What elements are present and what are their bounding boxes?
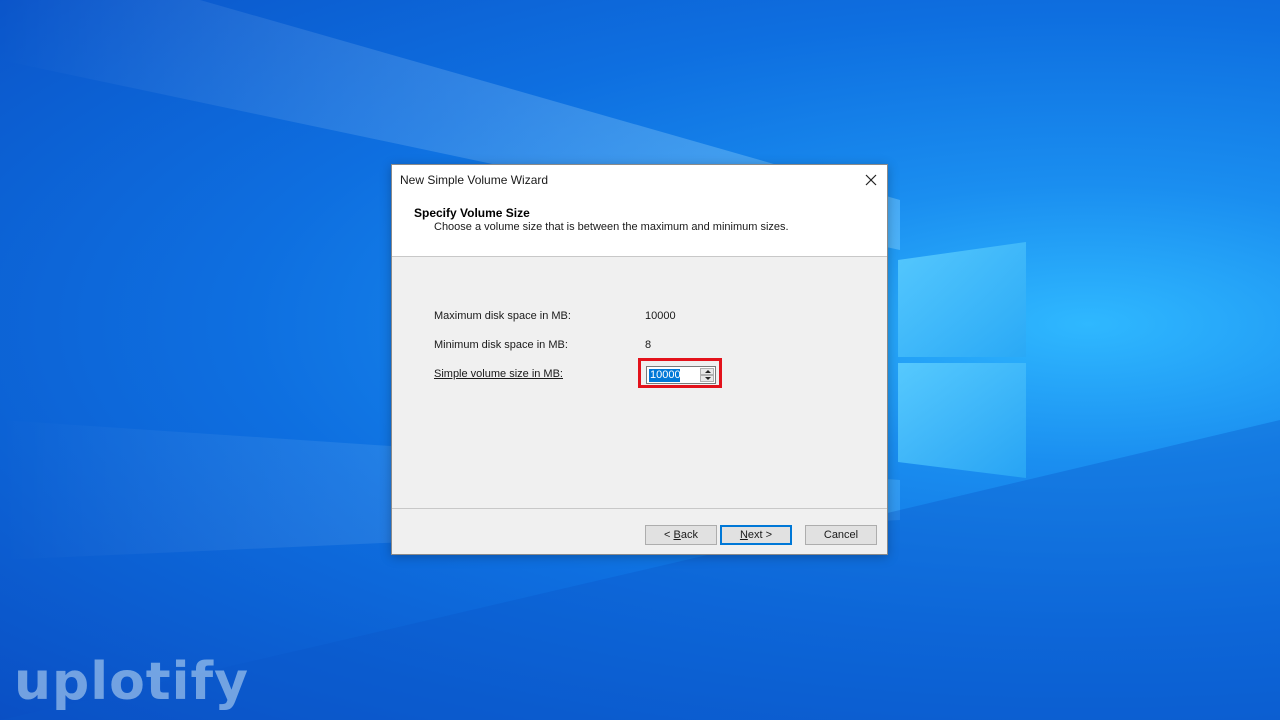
title-bar: New Simple Volume Wizard — [392, 165, 887, 195]
volume-size-spinbox[interactable] — [646, 366, 716, 384]
max-disk-space-label: Maximum disk space in MB: — [434, 310, 571, 322]
next-button[interactable]: Next > — [720, 525, 792, 545]
new-simple-volume-wizard-dialog: New Simple Volume Wizard Specify Volume … — [391, 164, 888, 555]
spin-buttons — [700, 368, 714, 382]
arrow-down-icon — [705, 377, 711, 380]
close-icon[interactable] — [861, 170, 881, 190]
page-subtitle: Choose a volume size that is between the… — [434, 221, 789, 233]
back-button[interactable]: < Back — [645, 525, 717, 545]
next-button-accel: N — [739, 529, 748, 541]
back-button-rest: ack — [680, 529, 698, 541]
back-button-prefix: < — [664, 529, 674, 541]
next-button-rest: ext > — [747, 529, 773, 541]
volume-size-label: Simple volume size in MB: — [434, 368, 563, 380]
wizard-header: Specify Volume Size Choose a volume size… — [392, 195, 887, 257]
window-title: New Simple Volume Wizard — [400, 173, 549, 187]
page-title: Specify Volume Size — [414, 206, 530, 220]
desktop-background: New Simple Volume Wizard Specify Volume … — [0, 0, 1280, 720]
arrow-up-icon — [705, 370, 711, 373]
spin-up-button[interactable] — [700, 368, 714, 375]
min-disk-space-label: Minimum disk space in MB: — [434, 339, 568, 351]
watermark-logo: uplotify — [14, 652, 249, 712]
volume-size-label-text: Simple volume size in MB: — [434, 368, 563, 380]
back-button-accel: B — [673, 529, 681, 541]
min-disk-space-value: 8 — [645, 339, 652, 351]
footer-divider — [392, 508, 887, 509]
volume-size-input[interactable] — [648, 368, 702, 382]
cancel-button[interactable]: Cancel — [805, 525, 877, 545]
spin-down-button[interactable] — [700, 375, 714, 382]
max-disk-space-value: 10000 — [645, 310, 676, 322]
windows-logo-icon — [898, 242, 1026, 478]
